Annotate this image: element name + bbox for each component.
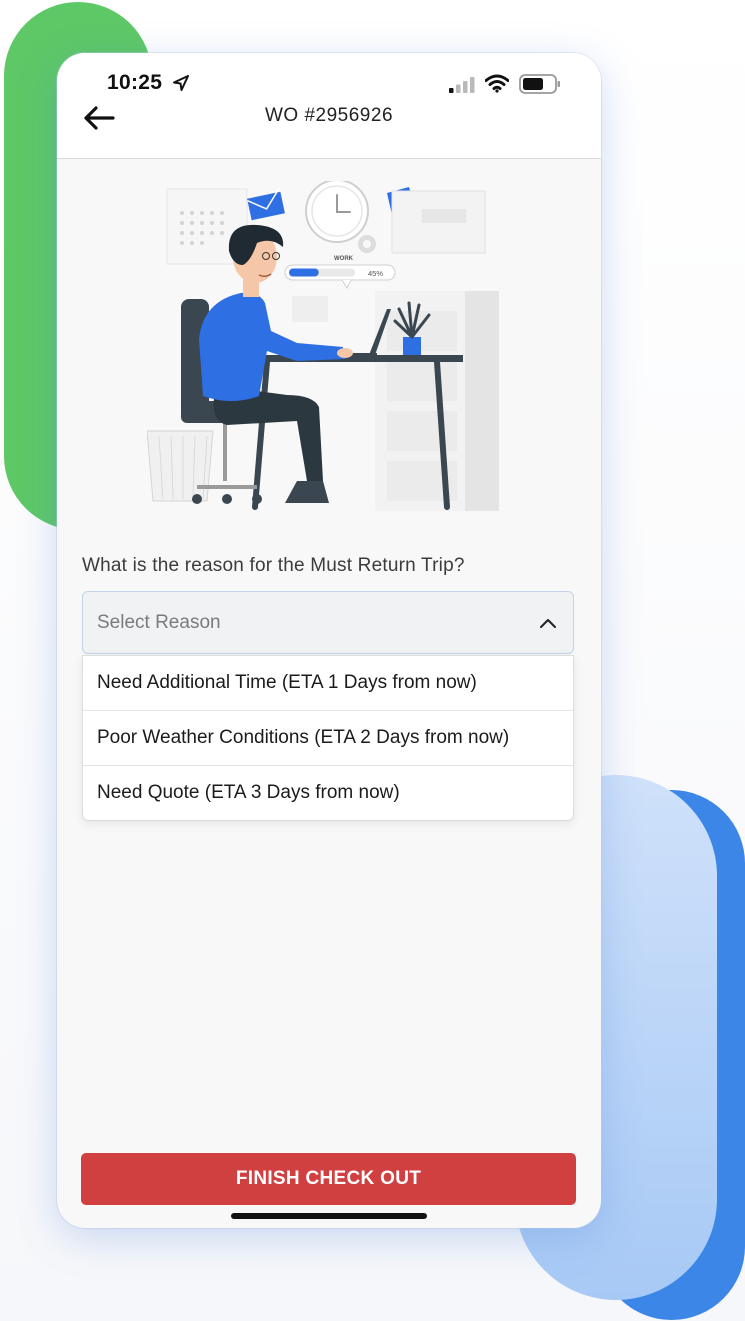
progress-bubble: WORK 45% — [284, 256, 396, 290]
floating-card — [292, 296, 328, 322]
status-time: 10:25 — [107, 71, 163, 94]
finish-check-out-button[interactable]: FINISH CHECK OUT — [81, 1153, 576, 1205]
home-indicator — [231, 1213, 427, 1219]
reason-dropdown-list: Need Additional Time (ETA 1 Days from no… — [82, 655, 574, 821]
chevron-up-icon — [540, 619, 556, 628]
phone-screen: 10:25 WO #2956926 WORK 45% What is the r… — [57, 53, 601, 1228]
progress-percent: 45% — [368, 269, 383, 278]
envelope-icon — [247, 187, 285, 221]
battery-icon — [519, 74, 560, 94]
app-header: 10:25 WO #2956926 — [57, 53, 601, 159]
wastebasket-icon — [147, 430, 214, 502]
gear-icon — [358, 235, 376, 253]
reason-question: What is the reason for the Must Return T… — [82, 555, 465, 576]
progress-label: WORK — [334, 256, 354, 262]
screenshot-stage: 10:25 WO #2956926 WORK 45% What is the r… — [0, 0, 745, 1321]
reason-option-need-quote[interactable]: Need Quote (ETA 3 Days from now) — [83, 766, 573, 820]
cellular-signal-icon — [449, 77, 475, 93]
page-title: WO #2956926 — [264, 105, 394, 126]
reason-option-poor-weather[interactable]: Poor Weather Conditions (ETA 2 Days from… — [83, 711, 573, 766]
select-placeholder: Select Reason — [97, 612, 221, 633]
work-illustration: WORK 45% — [147, 181, 499, 511]
progress-bar-fill — [289, 268, 319, 277]
reason-option-additional-time[interactable]: Need Additional Time (ETA 1 Days from no… — [83, 656, 573, 711]
browser-window — [391, 190, 486, 254]
reason-select[interactable]: Select Reason — [82, 591, 574, 654]
clock-icon — [305, 181, 369, 243]
location-arrow-icon — [173, 75, 189, 91]
wifi-icon — [485, 74, 509, 93]
